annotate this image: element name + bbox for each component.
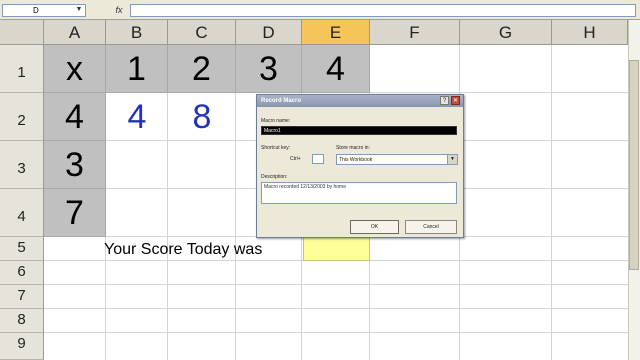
column-header-e[interactable]: E [302, 20, 370, 45]
gridline [44, 284, 634, 285]
description-input[interactable]: Macro recorded 12/13/2003 by home [261, 182, 457, 204]
cell-a1-x-symbol[interactable]: x [44, 45, 106, 93]
column-header-a[interactable]: A [44, 20, 106, 45]
row-header-7[interactable]: 7 [0, 285, 44, 309]
score-label: Your Score Today was [104, 241, 263, 258]
row-header-1[interactable]: 1 [0, 45, 44, 93]
chevron-down-icon[interactable]: ▼ [74, 5, 84, 15]
row-header-9[interactable]: 9 [0, 333, 44, 360]
ctrl-label: Ctrl+ [290, 156, 301, 162]
cell-d1-factor[interactable]: 3 [236, 45, 302, 93]
ok-button[interactable]: OK [350, 220, 399, 234]
macro-name-label: Macro name: [261, 118, 291, 124]
cell-a3-factor[interactable]: 3 [44, 141, 106, 189]
dialog-title: Record Macro [261, 98, 302, 104]
cell-e1-factor[interactable]: 4 [302, 45, 370, 93]
description-label: Description: [261, 174, 288, 180]
cancel-button[interactable]: Cancel [405, 220, 457, 234]
help-button[interactable]: ? [440, 96, 449, 105]
column-header-b[interactable]: B [106, 20, 168, 45]
cell-a2-factor[interactable]: 4 [44, 93, 106, 141]
cell-a4-factor[interactable]: 7 [44, 189, 106, 237]
store-macro-select[interactable]: This Workbook [336, 154, 458, 165]
close-button[interactable]: ✕ [451, 96, 460, 105]
row-header-4[interactable]: 4 [0, 189, 44, 237]
row-header-8[interactable]: 8 [0, 309, 44, 333]
scrollbar-thumb[interactable] [629, 60, 639, 270]
column-header-h[interactable]: H [552, 20, 628, 45]
row-header-5[interactable]: 5 [0, 237, 44, 261]
shortcut-key-label: Shortcut key: [261, 145, 291, 151]
record-macro-dialog [256, 94, 464, 238]
shortcut-key-input[interactable] [312, 154, 324, 164]
formula-input[interactable] [130, 4, 636, 17]
column-header-g[interactable]: G [460, 20, 552, 45]
row-header-3[interactable]: 3 [0, 141, 44, 189]
row-header-6[interactable]: 6 [0, 261, 44, 285]
score-cell[interactable] [303, 237, 370, 261]
function-icon[interactable]: fx [112, 4, 126, 17]
cell-b1-factor[interactable]: 1 [106, 45, 168, 93]
store-macro-label: Store macro in: [336, 145, 370, 151]
column-header-c[interactable]: C [168, 20, 236, 45]
cell-c2-answer[interactable]: 8 [168, 93, 236, 141]
row-header-2[interactable]: 2 [0, 93, 44, 141]
cell-b2-answer[interactable]: 4 [106, 93, 168, 141]
chevron-down-icon[interactable]: ▼ [447, 155, 457, 164]
column-header-d[interactable]: D [236, 20, 302, 45]
gridline [44, 308, 634, 309]
select-all-corner[interactable] [0, 20, 44, 45]
column-header-f[interactable]: F [370, 20, 460, 45]
cell-c1-factor[interactable]: 2 [168, 45, 236, 93]
macro-name-input[interactable]: Macro1 [261, 126, 457, 135]
gridline [44, 332, 634, 333]
